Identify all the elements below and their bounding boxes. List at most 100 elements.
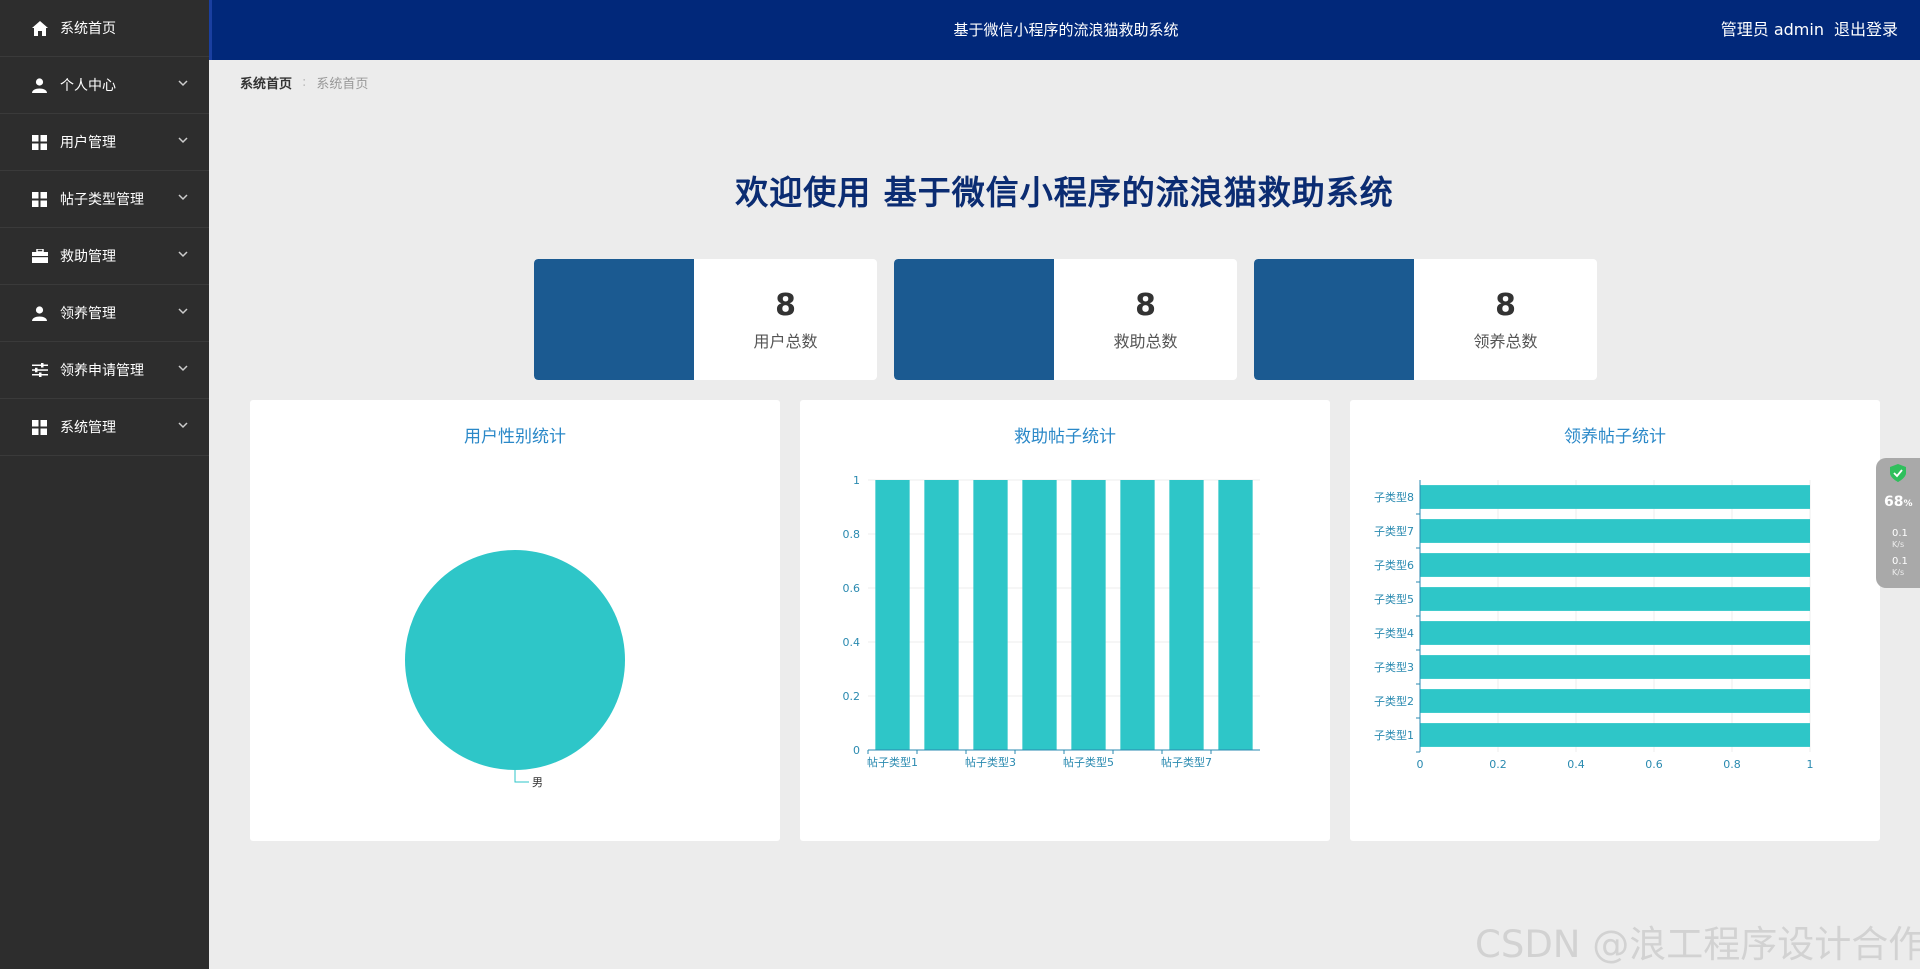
- bar: [1218, 480, 1253, 750]
- percent-unit: %: [1903, 499, 1913, 509]
- shield-icon: [1890, 464, 1906, 482]
- logout-button[interactable]: 退出登录: [1834, 0, 1898, 60]
- bar: [1420, 587, 1810, 611]
- bar: [1420, 723, 1810, 747]
- bar: [1420, 553, 1810, 577]
- gender-pie-chart: 男: [405, 550, 625, 789]
- bar: [1420, 485, 1810, 509]
- bar: [924, 480, 959, 750]
- sidebar-item-rescue-management[interactable]: 救助管理: [0, 228, 209, 285]
- sidebar-item-system-management[interactable]: 系统管理: [0, 399, 209, 456]
- sidebar: 系统首页 个人中心 用户管理 帖子类型管理 救助管理 领养管理 领养申请管理 系…: [0, 0, 209, 969]
- sidebar-item-adoption-management[interactable]: 领养管理: [0, 285, 209, 342]
- stat-card-color-block: [894, 259, 1054, 380]
- watermark-text: CSDN @浪工程序设计合作: [1475, 923, 1920, 966]
- chevron-down-icon: [178, 422, 188, 429]
- speed-value: 0.1: [1892, 528, 1908, 539]
- breadcrumb-separator: :: [302, 74, 307, 90]
- stat-value: 8: [775, 287, 796, 323]
- bar: [1071, 480, 1106, 750]
- header-user-area: 管理员 admin 退出登录: [1721, 0, 1898, 60]
- y-tick-label: 0: [853, 744, 860, 757]
- x-tick-label: 0.6: [1645, 758, 1663, 771]
- grid-icon: [31, 191, 48, 208]
- user-label: 管理员 admin: [1720, 20, 1824, 39]
- x-tick-label: 0.8: [1723, 758, 1741, 771]
- chevron-down-icon: [178, 365, 188, 372]
- speed-unit: K/s: [1892, 568, 1905, 577]
- chevron-down-icon: [178, 80, 188, 87]
- bar: [1169, 480, 1204, 750]
- y-tick-label: 0.6: [843, 582, 861, 595]
- breadcrumb: 系统首页 : 系统首页: [240, 73, 368, 92]
- y-tick-label: 子类型4: [1374, 626, 1414, 640]
- network-monitor-widget[interactable]: 68% 0.1 K/s 0.1 K/s: [1876, 458, 1920, 588]
- grid-icon: [31, 134, 48, 151]
- sliders-icon: [31, 362, 48, 379]
- y-tick-label: 子类型7: [1374, 524, 1414, 538]
- sidebar-item-label: 领养管理: [60, 306, 116, 322]
- sidebar-item-home[interactable]: 系统首页: [0, 0, 209, 57]
- adoption-bar-chart: 0 0.2 0.4 0.6 0.8 1 子类型1 子类型2 子类型3 子类型4 子类型5 子类型6 子类…: [1374, 480, 1814, 771]
- stat-card-color-block: [1254, 259, 1414, 380]
- sidebar-item-label: 个人中心: [60, 78, 116, 94]
- sidebar-item-label: 帖子类型管理: [60, 192, 144, 208]
- breadcrumb-item-home[interactable]: 系统首页: [240, 73, 292, 92]
- x-tick-label: 帖子类型5: [1063, 755, 1114, 769]
- percent-readout: 68%: [1884, 494, 1913, 510]
- user-icon: [31, 305, 48, 322]
- y-tick-label: 子类型5: [1374, 592, 1414, 606]
- stat-label: 救助总数: [1113, 331, 1178, 351]
- speed-unit: K/s: [1892, 540, 1905, 549]
- y-tick-label: 1: [853, 474, 860, 487]
- sidebar-item-label: 系统管理: [60, 420, 116, 436]
- sidebar-item-label: 领养申请管理: [60, 363, 144, 379]
- chevron-down-icon: [178, 251, 188, 258]
- x-tick-label: 0.2: [1489, 758, 1507, 771]
- rescue-bar-chart: 0 0.2 0.4 0.6 0.8 1 帖子类型1 帖子类型3 帖子类型5 帖子类型7: [843, 474, 1260, 769]
- stat-value: 8: [1495, 287, 1516, 323]
- stat-card-color-block: [534, 259, 694, 380]
- bar: [1120, 480, 1155, 750]
- x-tick-label: 帖子类型1: [867, 755, 918, 769]
- bar: [1022, 480, 1057, 750]
- sidebar-item-user-management[interactable]: 用户管理: [0, 114, 209, 171]
- sidebar-item-label: 用户管理: [60, 135, 116, 151]
- top-header: 基于微信小程序的流浪猫救助系统 管理员 admin 退出登录: [209, 0, 1920, 60]
- upload-speed: 0.1 K/s: [1892, 528, 1908, 550]
- user-icon: [31, 77, 48, 94]
- sidebar-item-adoption-application-management[interactable]: 领养申请管理: [0, 342, 209, 399]
- bar: [1420, 519, 1810, 543]
- y-tick-label: 子类型3: [1374, 660, 1414, 674]
- y-tick-label: 0.2: [843, 690, 861, 703]
- bar: [1420, 621, 1810, 645]
- x-tick-label: 帖子类型3: [965, 755, 1016, 769]
- chevron-down-icon: [178, 308, 188, 315]
- x-tick-label: 0.4: [1567, 758, 1585, 771]
- sidebar-item-personal-center[interactable]: 个人中心: [0, 57, 209, 114]
- pie-label: 男: [532, 776, 543, 789]
- bar: [875, 480, 910, 750]
- welcome-title: 欢迎使用 基于微信小程序的流浪猫救助系统: [735, 173, 1394, 212]
- y-tick-label: 子类型1: [1374, 728, 1414, 742]
- percent-value: 68: [1884, 494, 1904, 510]
- y-tick-label: 子类型2: [1374, 694, 1414, 708]
- stat-card-users: 8 用户总数: [534, 259, 877, 380]
- chart-panel-rescue-posts: 救助帖子统计 0 0.2 0.4 0.6 0.8 1 帖子类型1 帖子类型3 帖子类型5 帖子类型…: [800, 400, 1330, 841]
- briefcase-icon: [31, 248, 48, 265]
- bar: [973, 480, 1008, 750]
- chart-panel-adoption-posts: 领养帖子统计 0 0.2 0.4 0.6 0.8 1 子类型1 子类型2 子类型3 子类型4 子类型…: [1350, 400, 1880, 841]
- stat-card-rescues: 8 救助总数: [894, 259, 1237, 380]
- chevron-down-icon: [178, 137, 188, 144]
- y-tick-label: 子类型6: [1374, 558, 1414, 572]
- home-icon: [31, 20, 48, 37]
- chevron-down-icon: [178, 194, 188, 201]
- header-title: 基于微信小程序的流浪猫救助系统: [953, 21, 1179, 39]
- speed-value: 0.1: [1892, 556, 1908, 567]
- stat-label: 领养总数: [1473, 331, 1538, 351]
- sidebar-item-label: 救助管理: [60, 249, 116, 265]
- grid-icon: [31, 419, 48, 436]
- sidebar-item-post-type-management[interactable]: 帖子类型管理: [0, 171, 209, 228]
- x-tick-label: 帖子类型7: [1161, 755, 1212, 769]
- x-tick-label: 0: [1417, 758, 1424, 771]
